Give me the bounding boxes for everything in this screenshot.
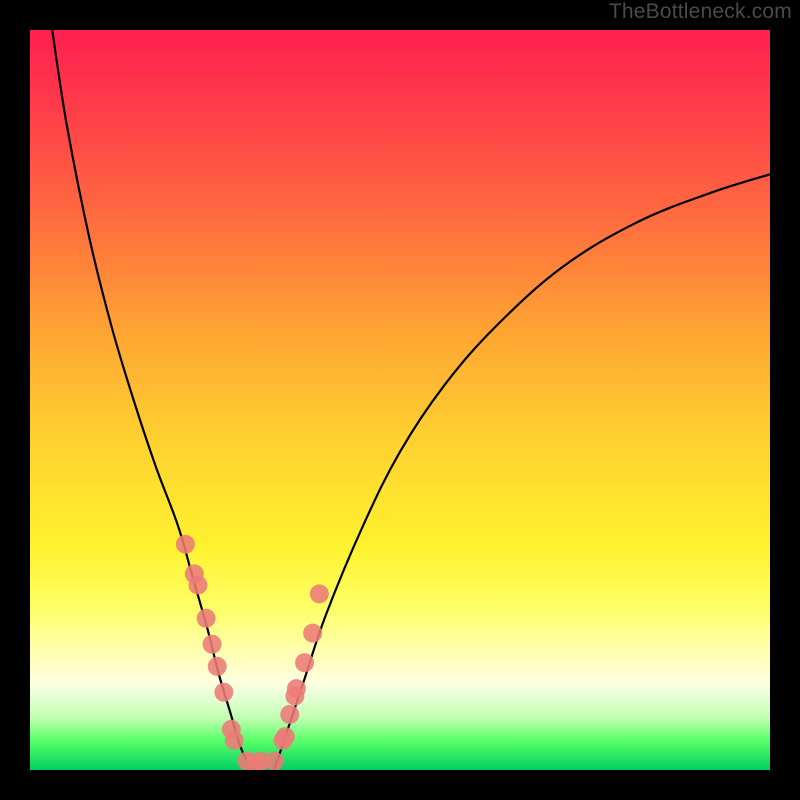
highlight-point: [197, 609, 216, 628]
highlight-point: [203, 635, 222, 654]
highlight-point: [265, 752, 284, 770]
highlight-point: [176, 535, 195, 554]
bottleneck-chart: [30, 30, 770, 770]
watermark-text: TheBottleneck.com: [609, 0, 792, 24]
highlight-point: [188, 576, 207, 595]
highlight-point: [280, 705, 299, 724]
highlight-point: [295, 653, 314, 672]
highlight-point: [208, 657, 227, 676]
highlight-point: [303, 624, 322, 643]
highlight-point: [214, 683, 233, 702]
highlight-point: [222, 720, 241, 739]
right-curve: [274, 174, 770, 770]
highlight-point: [274, 731, 293, 750]
highlight-points: [176, 535, 329, 770]
highlight-point: [310, 584, 329, 603]
highlight-point: [285, 687, 304, 706]
